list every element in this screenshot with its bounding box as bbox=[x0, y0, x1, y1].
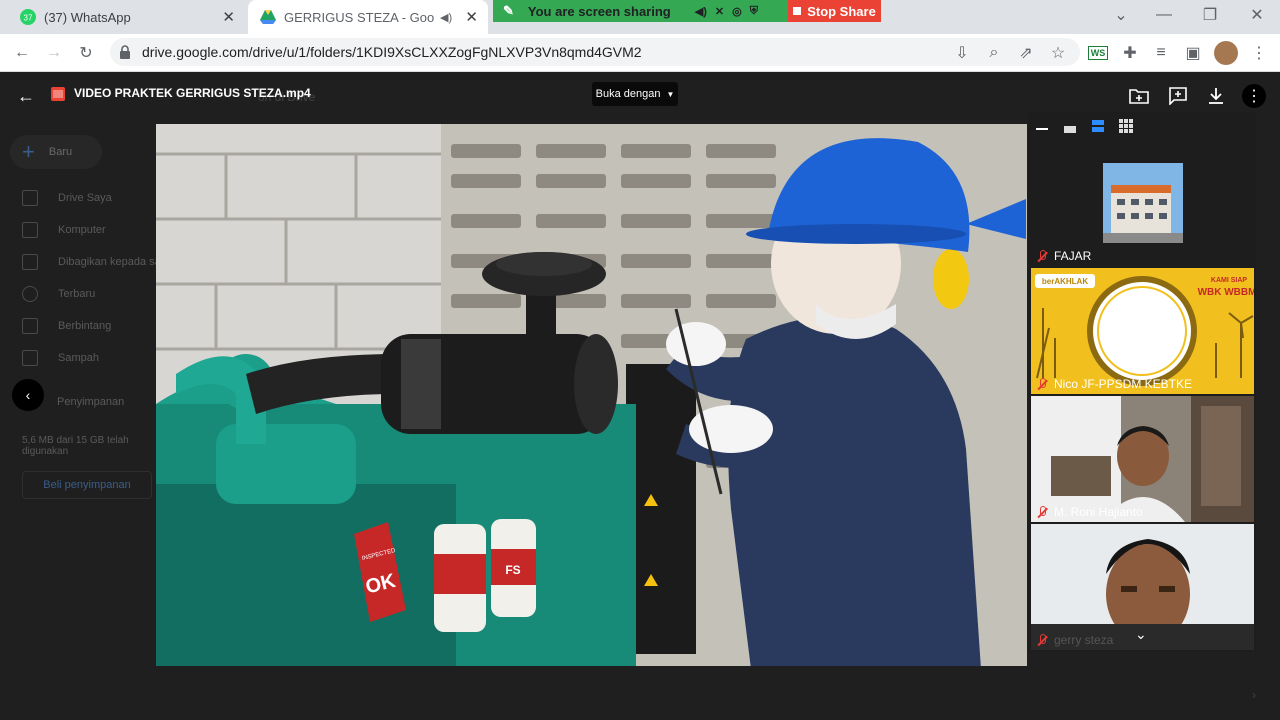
virtual-background: berAKHLAK KAMI SIAP WBK WBBM bbox=[1031, 268, 1254, 394]
extensions-puzzle-icon[interactable]: ✚ bbox=[1119, 42, 1141, 64]
computer-icon bbox=[22, 222, 38, 238]
pin-icon[interactable]: ✎ bbox=[503, 3, 514, 19]
profile-avatar[interactable] bbox=[1214, 41, 1238, 65]
lock-icon bbox=[119, 45, 131, 64]
sidebar-item-starred[interactable]: Berbintang bbox=[22, 318, 111, 334]
drive-icon bbox=[22, 190, 38, 206]
minimize-view-icon[interactable] bbox=[1036, 122, 1050, 136]
chevron-down-icon[interactable]: ⌄ bbox=[1135, 626, 1147, 643]
open-with-button[interactable]: Buka dengan ▼ bbox=[592, 82, 678, 106]
close-window-button[interactable]: ✕ bbox=[1234, 0, 1280, 30]
gallery-view-icon[interactable] bbox=[1119, 119, 1133, 138]
avatar bbox=[1103, 163, 1183, 243]
svg-text:FS: FS bbox=[505, 563, 520, 577]
url-text: drive.google.com/drive/u/1/folders/1KDI9… bbox=[142, 44, 642, 60]
storage-usage: 5,6 MB dari 15 GB telah digunakan bbox=[22, 435, 129, 457]
chevron-right-icon[interactable]: › bbox=[1252, 688, 1256, 702]
participant-name: Nico JF-PPSDM KEBTKE bbox=[1037, 377, 1192, 391]
people-icon bbox=[22, 254, 38, 270]
close-icon[interactable]: ✕ bbox=[222, 8, 235, 26]
video-file-icon bbox=[51, 87, 65, 106]
tab-whatsapp[interactable]: 37 (37) WhatsApp ✕ bbox=[8, 0, 245, 34]
minimize-button[interactable]: — bbox=[1141, 0, 1187, 30]
svg-text:37: 37 bbox=[24, 14, 33, 23]
participant-video bbox=[1031, 396, 1254, 522]
sidebar-item-shared[interactable]: Dibagikan kepada sa bbox=[22, 254, 161, 270]
collapse-chevron-icon[interactable]: ‹ bbox=[12, 379, 44, 411]
download-icon[interactable] bbox=[1204, 84, 1228, 108]
stop-share-button[interactable]: Stop Share bbox=[788, 0, 881, 22]
sidebar-item-trash[interactable]: Sampah bbox=[22, 350, 99, 366]
tab-drive[interactable]: GERRIGUS STEZA - Google D ◀) ✕ bbox=[248, 0, 488, 34]
security-icon[interactable]: ⛨ bbox=[750, 5, 758, 18]
plus-icon: + bbox=[22, 139, 35, 164]
add-comment-icon[interactable] bbox=[1166, 84, 1190, 108]
more-options-icon[interactable]: ⋮ bbox=[1242, 84, 1266, 108]
media-queue-icon[interactable]: ≡ bbox=[1150, 42, 1172, 64]
file-name: VIDEO PRAKTEK GERRIGUS STEZA.mp4 bbox=[74, 86, 311, 100]
close-icon[interactable]: ✕ bbox=[465, 8, 478, 26]
sidebar-item-recent[interactable]: Terbaru bbox=[22, 286, 95, 302]
bookmark-star-icon[interactable]: ☆ bbox=[1047, 42, 1069, 64]
dropdown-arrow-icon: ▼ bbox=[666, 89, 675, 99]
buy-storage-button[interactable]: Beli penyimpanan bbox=[22, 471, 152, 499]
screen-share-bar: ✎ You are screen sharing ◀) ✕ ◎ ⛨ Stop S… bbox=[493, 0, 881, 22]
screen-share-status: ✎ You are screen sharing ◀) ✕ ◎ ⛨ bbox=[493, 0, 788, 22]
speaker-icon[interactable]: ◀) bbox=[440, 11, 452, 24]
speaker-view-icon[interactable] bbox=[1064, 122, 1078, 136]
svg-text:WBK WBBM: WBK WBBM bbox=[1198, 287, 1254, 298]
participant-name: M. Roni Hajianto bbox=[1037, 505, 1143, 519]
mic-off-icon bbox=[1037, 506, 1047, 518]
screen-share-label: You are screen sharing bbox=[527, 3, 671, 19]
add-to-drive-icon[interactable] bbox=[1127, 84, 1151, 108]
volume-icon[interactable]: ◀) bbox=[695, 5, 707, 18]
stop-share-label: Stop Share bbox=[807, 3, 876, 19]
mic-off-icon bbox=[1037, 250, 1047, 262]
install-icon[interactable]: ⇩ bbox=[951, 42, 973, 64]
video-frame: FS INSPECTED OK bbox=[156, 124, 1027, 666]
mic-off-icon bbox=[1037, 634, 1047, 646]
sidebar-item-computers[interactable]: Komputer bbox=[22, 222, 106, 238]
participant-tile[interactable]: berAKHLAK KAMI SIAP WBK WBBM Nico JF-PPS… bbox=[1031, 268, 1254, 394]
mic-off-icon bbox=[1037, 378, 1047, 390]
reload-button[interactable]: ↻ bbox=[73, 40, 99, 66]
back-arrow-icon[interactable]: ← bbox=[14, 84, 38, 108]
google-drive-icon bbox=[260, 9, 276, 25]
video-player[interactable]: FS INSPECTED OK bbox=[156, 124, 1027, 666]
tab-search-icon[interactable]: ⌄ bbox=[1098, 0, 1144, 30]
extension-ws-icon[interactable]: WS bbox=[1087, 42, 1109, 64]
tab-title: (37) WhatsApp bbox=[44, 9, 131, 25]
participant-tile[interactable]: gerry steza ⌄ bbox=[1031, 524, 1254, 650]
zoom-icon[interactable]: ⌕ bbox=[983, 42, 1005, 64]
star-icon bbox=[22, 318, 38, 334]
participant-name: gerry steza bbox=[1037, 633, 1113, 647]
whatsapp-icon: 37 bbox=[20, 9, 36, 25]
participant-name: FAJAR bbox=[1037, 249, 1091, 263]
sidebar-item-my-drive[interactable]: Drive Saya bbox=[22, 190, 112, 206]
clock-icon bbox=[22, 286, 38, 302]
svg-text:KAMI SIAP: KAMI SIAP bbox=[1211, 277, 1248, 284]
participant-tile[interactable]: M. Roni Hajianto bbox=[1031, 396, 1254, 522]
back-button[interactable]: ← bbox=[9, 40, 35, 66]
chrome-menu-icon[interactable]: ⋮ bbox=[1248, 42, 1270, 64]
share-icon[interactable]: ⇗ bbox=[1015, 42, 1037, 64]
tab-title: GERRIGUS STEZA - Google D bbox=[284, 9, 434, 25]
svg-text:berAKHLAK: berAKHLAK bbox=[1042, 277, 1088, 286]
trash-icon bbox=[22, 350, 38, 366]
annotate-icon[interactable]: ◎ bbox=[732, 5, 742, 18]
restore-button[interactable]: ❐ bbox=[1187, 0, 1233, 30]
strip-view-icon[interactable] bbox=[1091, 119, 1105, 138]
storage-label: Penyimpanan bbox=[57, 396, 125, 408]
new-button[interactable]: + Baru bbox=[10, 135, 102, 169]
stop-icon bbox=[793, 7, 802, 15]
forward-button[interactable]: → bbox=[41, 40, 67, 66]
mute-icon[interactable]: ✕ bbox=[715, 5, 724, 18]
side-panel-icon[interactable]: ▣ bbox=[1182, 42, 1204, 64]
participant-tile[interactable]: FAJAR bbox=[1031, 140, 1254, 266]
